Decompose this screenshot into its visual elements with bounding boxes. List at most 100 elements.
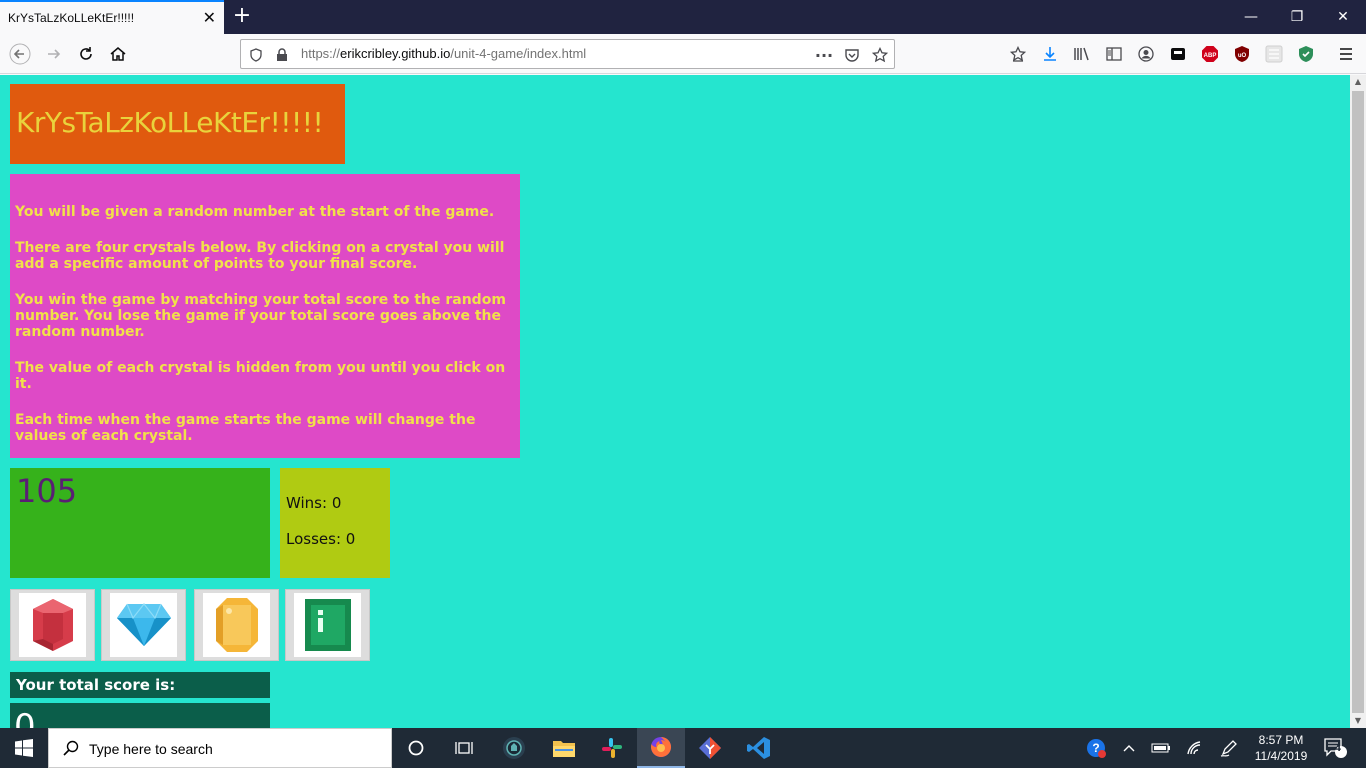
taskbar-firefox[interactable] xyxy=(637,728,685,768)
active-tab[interactable]: KrYsTaLzKoLLeKtEr!!!!! ✕ xyxy=(0,0,224,34)
url-domain: erikcribley.github.io xyxy=(340,46,451,61)
reload-icon xyxy=(80,47,92,60)
page-scrollbar[interactable]: ▲ ▼ xyxy=(1350,75,1366,728)
crystal-button-red[interactable] xyxy=(10,589,95,661)
instruction-paragraph: You win the game by matching your total … xyxy=(15,292,506,340)
browser-tab-bar: KrYsTaLzKoLLeKtEr!!!!! ✕ + — ❐ ✕ xyxy=(0,0,1366,34)
url-text[interactable]: https://erikcribley.github.io/unit-4-gam… xyxy=(301,46,586,61)
new-tab-button[interactable]: + xyxy=(230,3,254,29)
random-number-panel: 105 xyxy=(10,468,270,578)
blue-diamond-icon xyxy=(116,603,171,646)
yellow-crystal-icon xyxy=(215,598,258,652)
crystal-image-frame xyxy=(203,593,270,657)
search-icon xyxy=(63,740,79,756)
total-score-label: Your total score is: xyxy=(16,676,176,694)
firefox-icon xyxy=(651,736,672,757)
scroll-up-arrow-icon[interactable]: ▲ xyxy=(1350,75,1366,89)
download-icon[interactable] xyxy=(1040,44,1060,64)
taskbar-clock[interactable]: 8:57 PM 11/4/2019 xyxy=(1250,732,1312,764)
scrollbar-thumb[interactable] xyxy=(1352,91,1364,713)
forward-arrow-icon xyxy=(48,49,61,59)
lock-icon[interactable] xyxy=(273,46,291,64)
task-view-button[interactable] xyxy=(440,728,488,768)
total-score-value: 0 xyxy=(14,707,36,728)
hamburger-menu-icon[interactable] xyxy=(1336,44,1356,64)
url-bar[interactable]: https://erikcribley.github.io/unit-4-gam… xyxy=(240,39,895,69)
vscode-icon xyxy=(747,737,770,759)
task-view-icon xyxy=(455,742,473,754)
ublock-origin-icon[interactable]: uO xyxy=(1232,44,1252,64)
taskbar-github-app[interactable] xyxy=(490,728,538,768)
url-path: /unit-4-game/index.html xyxy=(450,46,587,61)
slack-icon xyxy=(602,738,622,758)
taskbar-search-box[interactable]: Type here to search xyxy=(48,728,392,768)
crystal-button-blue[interactable] xyxy=(101,589,186,661)
losses-counter: Losses: 0 xyxy=(286,530,356,548)
instruction-paragraph: The value of each crystal is hidden from… xyxy=(15,360,506,392)
instructions-panel: You will be given a random number at the… xyxy=(10,174,520,458)
forward-button[interactable] xyxy=(40,40,68,68)
bookmark-star-icon[interactable] xyxy=(871,46,889,64)
pocket-icon[interactable] xyxy=(843,46,861,64)
windows-logo-icon xyxy=(15,739,33,757)
adblock-plus-icon[interactable]: ABP xyxy=(1200,44,1220,64)
total-score-label-panel: Your total score is: xyxy=(10,672,270,698)
account-icon[interactable] xyxy=(1136,44,1156,64)
close-window-icon[interactable]: ✕ xyxy=(1320,0,1366,34)
start-button[interactable] xyxy=(0,728,48,768)
instruction-paragraph: Each time when the game starts the game … xyxy=(15,412,476,444)
container-extension-icon[interactable] xyxy=(1168,44,1188,64)
svg-text:ABP: ABP xyxy=(1204,53,1217,59)
taskbar-file-explorer[interactable] xyxy=(540,728,588,768)
clock-time: 8:57 PM xyxy=(1258,733,1304,747)
github-icon xyxy=(503,737,525,759)
git-icon xyxy=(699,737,721,759)
windows-taskbar: Type here to search ? 8:57 PM 11/4/2019 xyxy=(0,728,1366,768)
browser-nav-bar: https://erikcribley.github.io/unit-4-gam… xyxy=(0,34,1366,74)
home-button[interactable] xyxy=(104,40,132,68)
red-crystal-icon xyxy=(32,599,73,651)
library-icon[interactable] xyxy=(1072,44,1092,64)
title-banner: KrYsTaLzKoLLeKtEr!!!!! xyxy=(10,84,345,164)
sidebar-icon[interactable] xyxy=(1104,44,1124,64)
win-loss-panel: Wins: 0 Losses: 0 xyxy=(280,468,390,578)
battery-icon[interactable] xyxy=(1150,728,1172,768)
total-score-panel: 0 xyxy=(10,703,270,728)
taskbar-vscode[interactable] xyxy=(735,728,783,768)
reload-button[interactable] xyxy=(72,40,100,68)
tab-title: KrYsTaLzKoLLeKtEr!!!!! xyxy=(8,11,135,25)
page-actions-icon[interactable]: ··· xyxy=(815,46,833,65)
notification-count-badge: 4 xyxy=(1335,744,1342,754)
cortana-button[interactable] xyxy=(392,728,440,768)
notifications-button[interactable]: 4 xyxy=(1320,728,1350,768)
crystal-button-yellow[interactable] xyxy=(194,589,279,661)
help-tray-icon[interactable]: ? xyxy=(1084,728,1108,768)
folder-icon xyxy=(553,741,575,757)
back-arrow-icon xyxy=(9,43,31,65)
url-prefix: https:// xyxy=(301,46,341,61)
back-button[interactable] xyxy=(6,40,34,68)
clock-date: 11/4/2019 xyxy=(1254,749,1308,763)
crystal-image-frame xyxy=(110,593,177,657)
minimize-icon[interactable]: — xyxy=(1228,0,1274,34)
show-hidden-icons-chevron-icon[interactable] xyxy=(1120,728,1138,768)
svg-text:uO: uO xyxy=(1238,53,1247,59)
wifi-icon[interactable] xyxy=(1184,728,1206,768)
home-icon xyxy=(110,47,126,61)
tracking-shield-icon[interactable] xyxy=(247,46,265,64)
close-tab-icon[interactable]: ✕ xyxy=(203,8,216,28)
random-number: 105 xyxy=(16,472,78,510)
cortana-circle-icon xyxy=(408,740,424,756)
scroll-down-arrow-icon[interactable]: ▼ xyxy=(1350,714,1366,728)
crystal-button-green[interactable] xyxy=(285,589,370,661)
extension-placeholder-icon[interactable] xyxy=(1264,44,1284,64)
restore-icon[interactable]: ❐ xyxy=(1274,0,1320,34)
reading-list-star-icon[interactable] xyxy=(1008,44,1028,64)
instruction-paragraph: You will be given a random number at the… xyxy=(15,204,495,220)
page-content: KrYsTaLzKoLLeKtEr!!!!! You will be given… xyxy=(0,75,1350,728)
taskbar-slack[interactable] xyxy=(588,728,636,768)
taskbar-git[interactable] xyxy=(686,728,734,768)
pen-workspace-icon[interactable] xyxy=(1218,728,1240,768)
wins-counter: Wins: 0 xyxy=(286,494,342,512)
privacy-badger-icon[interactable] xyxy=(1296,44,1316,64)
